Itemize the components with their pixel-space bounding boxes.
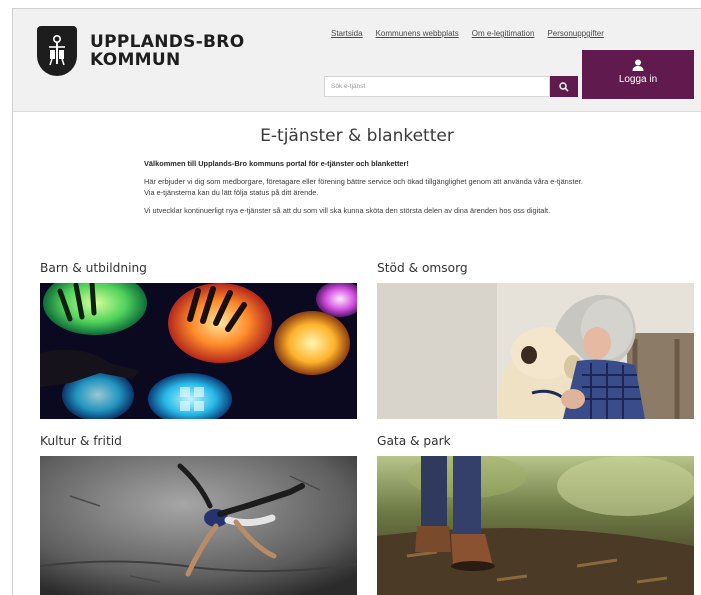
coat-of-arms-icon — [37, 26, 77, 76]
top-links: Startsida Kommunens webbplats Om e-legit… — [331, 29, 604, 38]
site-header: UPPLANDS-BRO KOMMUN Startsida Kommunens … — [13, 9, 701, 112]
search-input[interactable]: Sök e-tjänst — [324, 76, 550, 97]
welcome-text: Välkommen till Upplands-Bro kommuns port… — [144, 159, 409, 168]
search-button[interactable] — [550, 76, 578, 97]
category-image-stod-omsorg[interactable] — [377, 283, 694, 419]
intro-text: Välkommen till Upplands-Bro kommuns port… — [144, 158, 584, 223]
login-label: Logga in — [618, 74, 658, 85]
link-kommunens-webbplats[interactable]: Kommunens webbplats — [376, 29, 459, 38]
link-om-e-legitimation[interactable]: Om e-legitimation — [472, 29, 535, 38]
logo-line-2: KOMMUN — [90, 50, 181, 70]
page-frame: UPPLANDS-BRO KOMMUN Startsida Kommunens … — [12, 8, 701, 595]
category-title-gata-park[interactable]: Gata & park — [377, 434, 451, 448]
category-image-barn-utbildning[interactable] — [40, 283, 357, 419]
logo-text: UPPLANDS-BRO KOMMUN — [90, 33, 244, 69]
search-icon — [559, 81, 569, 92]
logo[interactable]: UPPLANDS-BRO KOMMUN — [37, 26, 244, 76]
link-personuppgifter[interactable]: Personuppgifter — [547, 29, 603, 38]
login-button[interactable]: Logga in — [582, 50, 694, 99]
category-image-kultur-fritid[interactable] — [40, 456, 357, 595]
category-title-stod-omsorg[interactable]: Stöd & omsorg — [377, 261, 468, 275]
intro-paragraph-1: Här erbjuder vi dig som medborgare, före… — [144, 177, 583, 197]
page-title: E-tjänster & blanketter — [260, 126, 454, 146]
logo-line-1: UPPLANDS-BRO — [90, 32, 245, 52]
category-title-kultur-fritid[interactable]: Kultur & fritid — [40, 434, 122, 448]
link-startsida[interactable]: Startsida — [331, 29, 363, 38]
user-icon — [632, 59, 644, 71]
intro-paragraph-2: Vi utvecklar kontinuerligt nya e-tjänste… — [144, 206, 551, 215]
category-image-gata-park[interactable] — [377, 456, 694, 595]
category-title-barn-utbildning[interactable]: Barn & utbildning — [40, 261, 147, 275]
